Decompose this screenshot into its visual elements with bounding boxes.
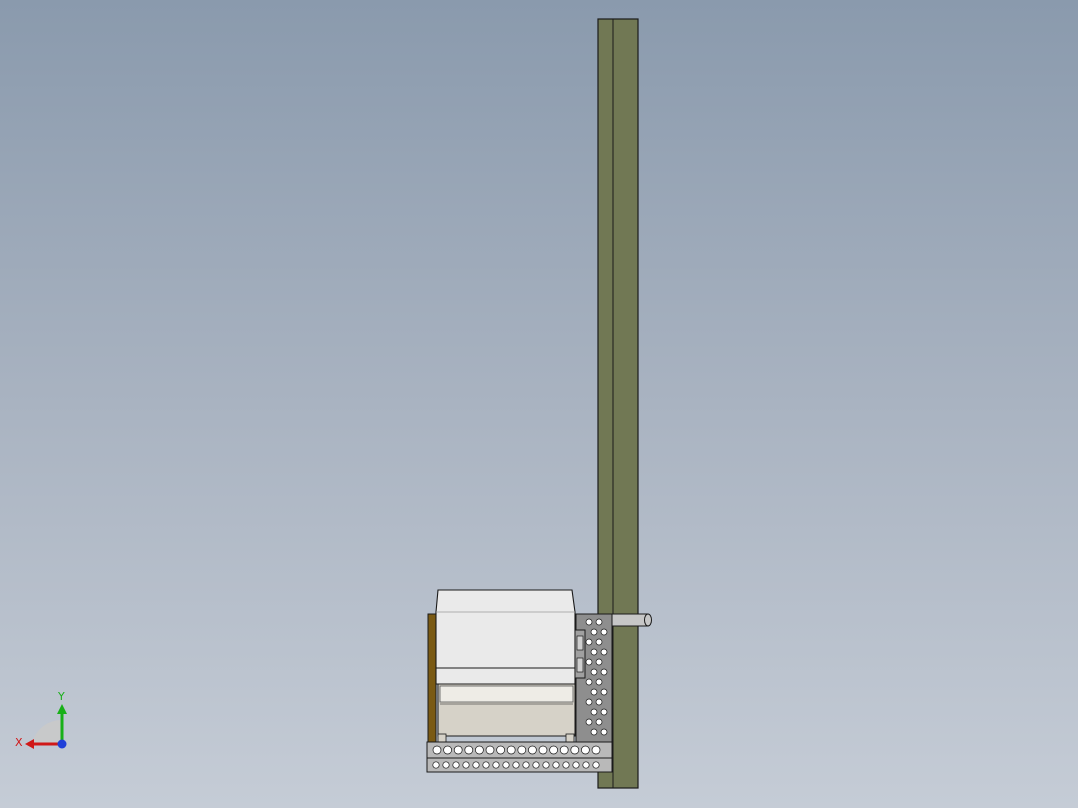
perforation-hole (595, 678, 603, 686)
perforation-hole (600, 688, 608, 696)
perforation-hole (595, 718, 603, 726)
model-view[interactable]: Y X (0, 0, 1078, 808)
perforation-hole (591, 745, 601, 755)
connector-bracket[interactable] (574, 629, 586, 679)
perforation-hole (462, 761, 470, 769)
perforation-hole (549, 745, 558, 755)
perforation-hole (592, 761, 600, 769)
perforation-hole (585, 638, 593, 646)
perforation-hole (492, 761, 500, 769)
perforation-hole (581, 745, 590, 755)
perforation-hole (442, 761, 450, 769)
perforation-hole (600, 668, 608, 676)
perforation-hole (585, 678, 593, 686)
perforation-hole (552, 761, 560, 769)
perforation-hole (538, 745, 548, 755)
y-axis-label: Y (57, 690, 65, 703)
x-axis-label: X (15, 736, 23, 749)
perforation-hole (595, 658, 603, 666)
coordinate-triad: Y X (15, 690, 67, 749)
perforation-hole (595, 698, 603, 706)
perforation-hole (590, 688, 598, 696)
perforation-hole (432, 761, 440, 769)
perforation-hole (528, 745, 537, 755)
perforation-hole (572, 761, 580, 769)
perforated-base-plate-lower[interactable] (426, 757, 613, 773)
perforation-hole (582, 761, 590, 769)
perforation-hole (464, 745, 474, 755)
perforation-hole (562, 761, 570, 769)
perforated-base-plate-upper[interactable] (426, 741, 613, 759)
perforation-hole (590, 648, 598, 656)
perforation-hole (600, 628, 608, 636)
perforation-hole (432, 745, 442, 755)
perforation-hole (472, 761, 480, 769)
perforation-hole (590, 628, 598, 636)
perforation-hole (600, 728, 608, 736)
perforation-hole (443, 745, 452, 755)
perforation-hole (585, 658, 593, 666)
perforation-hole (590, 708, 598, 716)
side-pin[interactable] (611, 613, 652, 627)
perforation-hole (532, 761, 540, 769)
perforation-hole (590, 728, 598, 736)
graphics-viewport[interactable]: Y X (0, 0, 1078, 808)
perforation-hole (482, 761, 490, 769)
perforation-hole (485, 745, 495, 755)
perforation-hole (585, 698, 593, 706)
z-axis-dot (57, 739, 67, 749)
perforation-hole (453, 745, 463, 755)
perforation-hole (585, 718, 593, 726)
perforation-hole (517, 745, 527, 755)
perforation-hole (522, 761, 530, 769)
perforation-hole (502, 761, 510, 769)
perforation-hole (585, 618, 593, 626)
perforation-hole (590, 668, 598, 676)
perforation-hole (600, 648, 608, 656)
perforation-hole (475, 745, 484, 755)
perforation-hole (512, 761, 520, 769)
perforation-hole (595, 618, 603, 626)
inner-box[interactable] (437, 683, 576, 743)
perforation-hole (559, 745, 569, 755)
perforation-hole (570, 745, 580, 755)
perforation-hole (600, 708, 608, 716)
perforation-hole (496, 745, 505, 755)
perforation-hole (542, 761, 550, 769)
perforation-hole (506, 745, 516, 755)
perforation-hole (452, 761, 460, 769)
housing-hood[interactable] (435, 589, 576, 685)
wood-side-board[interactable] (427, 613, 437, 743)
perforation-hole (595, 638, 603, 646)
